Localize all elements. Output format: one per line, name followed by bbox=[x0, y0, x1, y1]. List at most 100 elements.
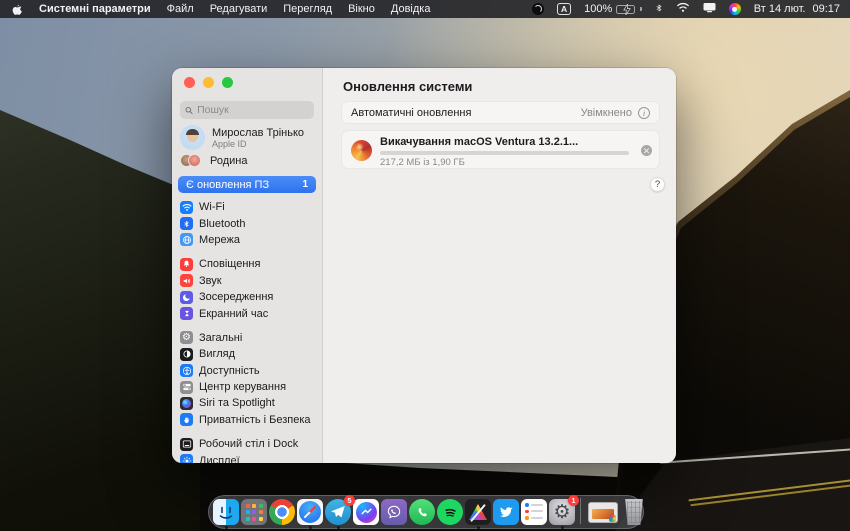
dock-spotify-icon[interactable] bbox=[436, 498, 464, 526]
progress-bar bbox=[380, 151, 629, 155]
download-size-text: 217,2 МБ із 1,90 ГБ bbox=[380, 157, 465, 168]
help-button[interactable]: ? bbox=[650, 177, 665, 192]
clock-time: 09:17 bbox=[812, 3, 840, 15]
bluetooth-icon[interactable] bbox=[655, 2, 663, 17]
menu-view[interactable]: Перегляд bbox=[283, 3, 332, 15]
dock-safari-icon[interactable] bbox=[296, 498, 324, 526]
system-settings-window: Мирослав Трінько Apple ID Родина Є оновл… bbox=[172, 68, 676, 463]
sidebar-item-network[interactable]: Мережа bbox=[178, 232, 316, 248]
bluetooth-icon bbox=[180, 217, 193, 230]
sidebar-item-privacy-security[interactable]: Приватність і Безпека bbox=[178, 412, 316, 428]
automatic-updates-row[interactable]: Автоматичні оновлення Увімкнено i bbox=[341, 101, 660, 124]
sidebar-item-bluetooth[interactable]: Bluetooth bbox=[178, 215, 316, 231]
zoom-window-button[interactable] bbox=[222, 77, 233, 88]
close-window-button[interactable] bbox=[184, 77, 195, 88]
dock-twitter-icon[interactable] bbox=[492, 498, 520, 526]
sidebar-item-label: Сповіщення bbox=[199, 258, 260, 270]
sidebar-item-label: Wi-Fi bbox=[199, 201, 225, 213]
sidebar-item-desktop-dock[interactable]: Робочий стіл і Dock bbox=[178, 436, 316, 452]
sidebar-item-sound[interactable]: Звук bbox=[178, 273, 316, 289]
settings-sidebar: Мирослав Трінько Apple ID Родина Є оновл… bbox=[172, 68, 323, 463]
sidebar-item-label: Дисплеї bbox=[199, 455, 240, 463]
sidebar-item-label: Siri та Spotlight bbox=[199, 397, 275, 409]
minimize-window-button[interactable] bbox=[203, 77, 214, 88]
running-indicator bbox=[477, 526, 480, 529]
sidebar-item-displays[interactable]: Дисплеї bbox=[178, 452, 316, 463]
menu-window[interactable]: Вікно bbox=[348, 3, 375, 15]
running-indicator bbox=[337, 526, 340, 529]
menu-extra-icon[interactable] bbox=[532, 3, 544, 15]
gear-icon: ⚙ bbox=[553, 503, 570, 522]
wifi-icon[interactable] bbox=[676, 2, 690, 16]
sidebar-item-focus[interactable]: Зосередження bbox=[178, 289, 316, 305]
sidebar-item-notifications[interactable]: Сповіщення bbox=[178, 256, 316, 272]
sidebar-item-accessibility[interactable]: Доступність bbox=[178, 363, 316, 379]
battery-indicator[interactable]: 100% bbox=[584, 3, 642, 15]
clock-date: Вт 14 лют. bbox=[754, 3, 806, 15]
sidebar-item-control-center[interactable]: Центр керування bbox=[178, 379, 316, 395]
notification-badge: 1 bbox=[568, 495, 579, 506]
sidebar-item-label: Вигляд bbox=[199, 348, 235, 360]
apple-menu-icon[interactable] bbox=[11, 3, 23, 16]
sidebar-item-label: Зосередження bbox=[199, 291, 273, 303]
update-count-badge: 1 bbox=[302, 179, 308, 190]
info-icon[interactable]: i bbox=[638, 107, 650, 119]
running-indicator bbox=[225, 526, 228, 529]
accessibility-icon bbox=[180, 364, 193, 377]
sidebar-item-label: Приватність і Безпека bbox=[199, 414, 311, 426]
avatar bbox=[180, 125, 205, 150]
menu-app-name[interactable]: Системні параметри bbox=[39, 3, 151, 15]
hourglass-icon bbox=[180, 307, 193, 320]
dock-photo-editor-icon[interactable] bbox=[464, 498, 492, 526]
sidebar-item-siri-spotlight[interactable]: Siri та Spotlight bbox=[178, 395, 316, 411]
family-avatars bbox=[180, 154, 202, 167]
sidebar-item-family[interactable]: Родина bbox=[180, 154, 248, 167]
dock-reminders-icon[interactable] bbox=[520, 498, 548, 526]
menu-help[interactable]: Довідка bbox=[391, 3, 431, 15]
control-center-icon bbox=[180, 381, 193, 394]
dock-trash-icon[interactable] bbox=[621, 498, 647, 526]
dock-minimized-window[interactable] bbox=[585, 498, 621, 526]
dock-system-settings-icon[interactable]: 1 ⚙ bbox=[548, 498, 576, 526]
settings-main-panel: Оновлення системи Автоматичні оновлення … bbox=[324, 68, 676, 463]
dock-whatsapp-icon[interactable] bbox=[408, 498, 436, 526]
menu-edit[interactable]: Редагувати bbox=[210, 3, 268, 15]
dock-viber-icon[interactable] bbox=[380, 498, 408, 526]
sidebar-item-appearance[interactable]: Вигляд bbox=[178, 346, 316, 362]
sidebar-item-label: Загальні bbox=[199, 332, 242, 344]
display-icon[interactable] bbox=[703, 2, 716, 16]
cancel-download-button[interactable]: ✕ bbox=[641, 145, 652, 156]
charging-bolt-icon bbox=[623, 4, 631, 15]
desktop-dock-icon bbox=[180, 438, 193, 451]
dock-messenger-icon[interactable] bbox=[352, 498, 380, 526]
sidebar-search[interactable] bbox=[180, 101, 314, 119]
profile-subtitle: Apple ID bbox=[212, 139, 304, 149]
menu-clock[interactable]: Вт 14 лют. 09:17 bbox=[754, 3, 840, 15]
hand-icon bbox=[180, 413, 193, 426]
dock-chrome-icon[interactable] bbox=[268, 498, 296, 526]
battery-icon bbox=[616, 5, 635, 14]
download-progress-card: Викачування macOS Ventura 13.2.1... 217,… bbox=[341, 130, 660, 169]
running-indicator bbox=[561, 526, 564, 529]
sidebar-item-general[interactable]: ⚙ Загальні bbox=[178, 330, 316, 346]
sidebar-item-screen-time[interactable]: Екранний час bbox=[178, 305, 316, 321]
menu-file[interactable]: Файл bbox=[167, 3, 194, 15]
dock-finder-icon[interactable] bbox=[212, 498, 240, 526]
wifi-icon bbox=[180, 201, 193, 214]
search-input[interactable] bbox=[197, 104, 309, 116]
dock-telegram-icon[interactable]: 5 bbox=[324, 498, 352, 526]
moon-icon bbox=[180, 291, 193, 304]
gear-icon: ⚙ bbox=[180, 331, 193, 344]
input-source-icon[interactable]: A bbox=[557, 3, 571, 15]
siri-icon bbox=[180, 397, 193, 410]
sidebar-item-software-update[interactable]: Є оновлення ПЗ 1 bbox=[178, 176, 316, 193]
dock: 5 bbox=[208, 495, 644, 529]
menu-bar: Системні параметри Файл Редагувати Перег… bbox=[0, 0, 850, 18]
brightness-icon bbox=[180, 454, 193, 463]
globe-icon bbox=[180, 233, 193, 246]
dock-launchpad-icon[interactable] bbox=[240, 498, 268, 526]
software-update-label: Є оновлення ПЗ bbox=[186, 179, 269, 191]
color-wheel-icon[interactable] bbox=[729, 3, 741, 15]
sidebar-item-wifi[interactable]: Wi-Fi bbox=[178, 199, 316, 215]
apple-id-profile[interactable]: Мирослав Трінько Apple ID bbox=[180, 125, 304, 150]
